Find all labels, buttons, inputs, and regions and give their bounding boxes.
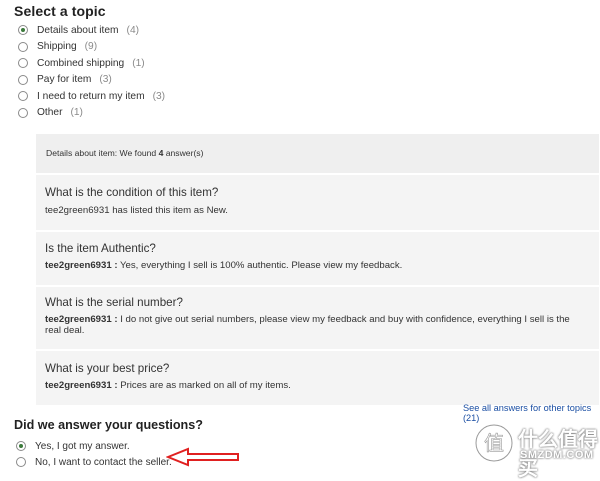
qa-answer-text: Yes, everything I sell is 100% authentic… — [117, 260, 403, 271]
feedback-title: Did we answer your questions? — [14, 418, 203, 432]
answers-header-suffix: answer(s) — [163, 148, 204, 158]
topic-label: Combined shipping — [37, 57, 125, 69]
qa-question: What is the condition of this item? — [45, 186, 219, 199]
qa-item: What is your best price? tee2green6931 :… — [36, 349, 599, 405]
feedback-option-yes[interactable]: Yes, I got my answer. — [16, 438, 172, 454]
qa-item: What is the condition of this item? tee2… — [36, 173, 599, 231]
radio-icon[interactable] — [18, 74, 28, 85]
radio-icon[interactable] — [18, 41, 28, 52]
qa-question: What is the serial number? — [45, 296, 183, 309]
topic-count: (3) — [152, 90, 166, 102]
qa-answer-author: tee2green6931 : — [45, 260, 118, 271]
topic-option-return[interactable]: I need to return my item (3) — [18, 88, 165, 105]
radio-icon[interactable] — [18, 107, 28, 118]
qa-answer: tee2green6931 : I do not give out serial… — [45, 314, 585, 336]
answers-panel: Details about item: We found 4 answer(s)… — [36, 134, 599, 405]
topic-radio-group: Details about item (4) Shipping (9) Comb… — [18, 22, 165, 121]
topic-count: (9) — [84, 41, 98, 53]
qa-answer: tee2green6931 has listed this item as Ne… — [45, 205, 228, 216]
topic-title: Select a topic — [14, 3, 106, 19]
qa-answer: tee2green6931 : Prices are as marked on … — [45, 380, 585, 391]
qa-answer-author: tee2green6931 : — [45, 380, 118, 391]
topic-count: (1) — [70, 107, 83, 119]
qa-answer-text: Prices are as marked on all of my items. — [117, 380, 291, 391]
topic-count: (3) — [99, 74, 112, 86]
topic-option-pay[interactable]: Pay for item (3) — [18, 72, 165, 89]
topic-label: Other — [37, 107, 63, 119]
qa-answer: tee2green6931 : Yes, everything I sell i… — [45, 260, 585, 271]
radio-icon[interactable] — [18, 91, 28, 102]
svg-text:值: 值 — [484, 431, 504, 455]
answers-header-prefix: Details about item: We found — [46, 148, 159, 158]
qa-item: Is the item Authentic? tee2green6931 : Y… — [36, 230, 599, 286]
radio-selected-icon[interactable] — [18, 25, 28, 36]
feedback-option-no[interactable]: No, I want to contact the seller. — [16, 454, 172, 470]
feedback-radio-group: Yes, I got my answer. No, I want to cont… — [16, 438, 172, 470]
radio-icon[interactable] — [18, 58, 28, 69]
topic-option-other[interactable]: Other (1) — [18, 105, 165, 122]
topic-option-combined-shipping[interactable]: Combined shipping (1) — [18, 55, 165, 72]
qa-answer-text: I do not give out serial numbers, please… — [45, 314, 570, 336]
topic-option-shipping[interactable]: Shipping (9) — [18, 39, 165, 56]
qa-question: Is the item Authentic? — [45, 242, 156, 255]
qa-item: What is the serial number? tee2green6931… — [36, 285, 599, 350]
qa-answer-author: tee2green6931 : — [45, 314, 118, 325]
topic-count: (1) — [132, 57, 145, 69]
topic-label: Shipping — [37, 41, 77, 53]
watermark-domain: SMZDM.COM — [520, 449, 594, 461]
feedback-option-label: Yes, I got my answer. — [35, 440, 130, 452]
topic-option-details[interactable]: Details about item (4) — [18, 22, 165, 39]
topic-label: I need to return my item — [37, 90, 145, 102]
qa-question: What is your best price? — [45, 362, 170, 375]
answers-header: Details about item: We found 4 answer(s) — [46, 148, 203, 158]
radio-selected-icon[interactable] — [16, 441, 26, 451]
topic-label: Pay for item — [37, 74, 92, 86]
topic-count: (4) — [126, 24, 139, 36]
topic-label: Details about item — [37, 24, 119, 36]
red-arrow-annotation-icon — [166, 447, 239, 467]
